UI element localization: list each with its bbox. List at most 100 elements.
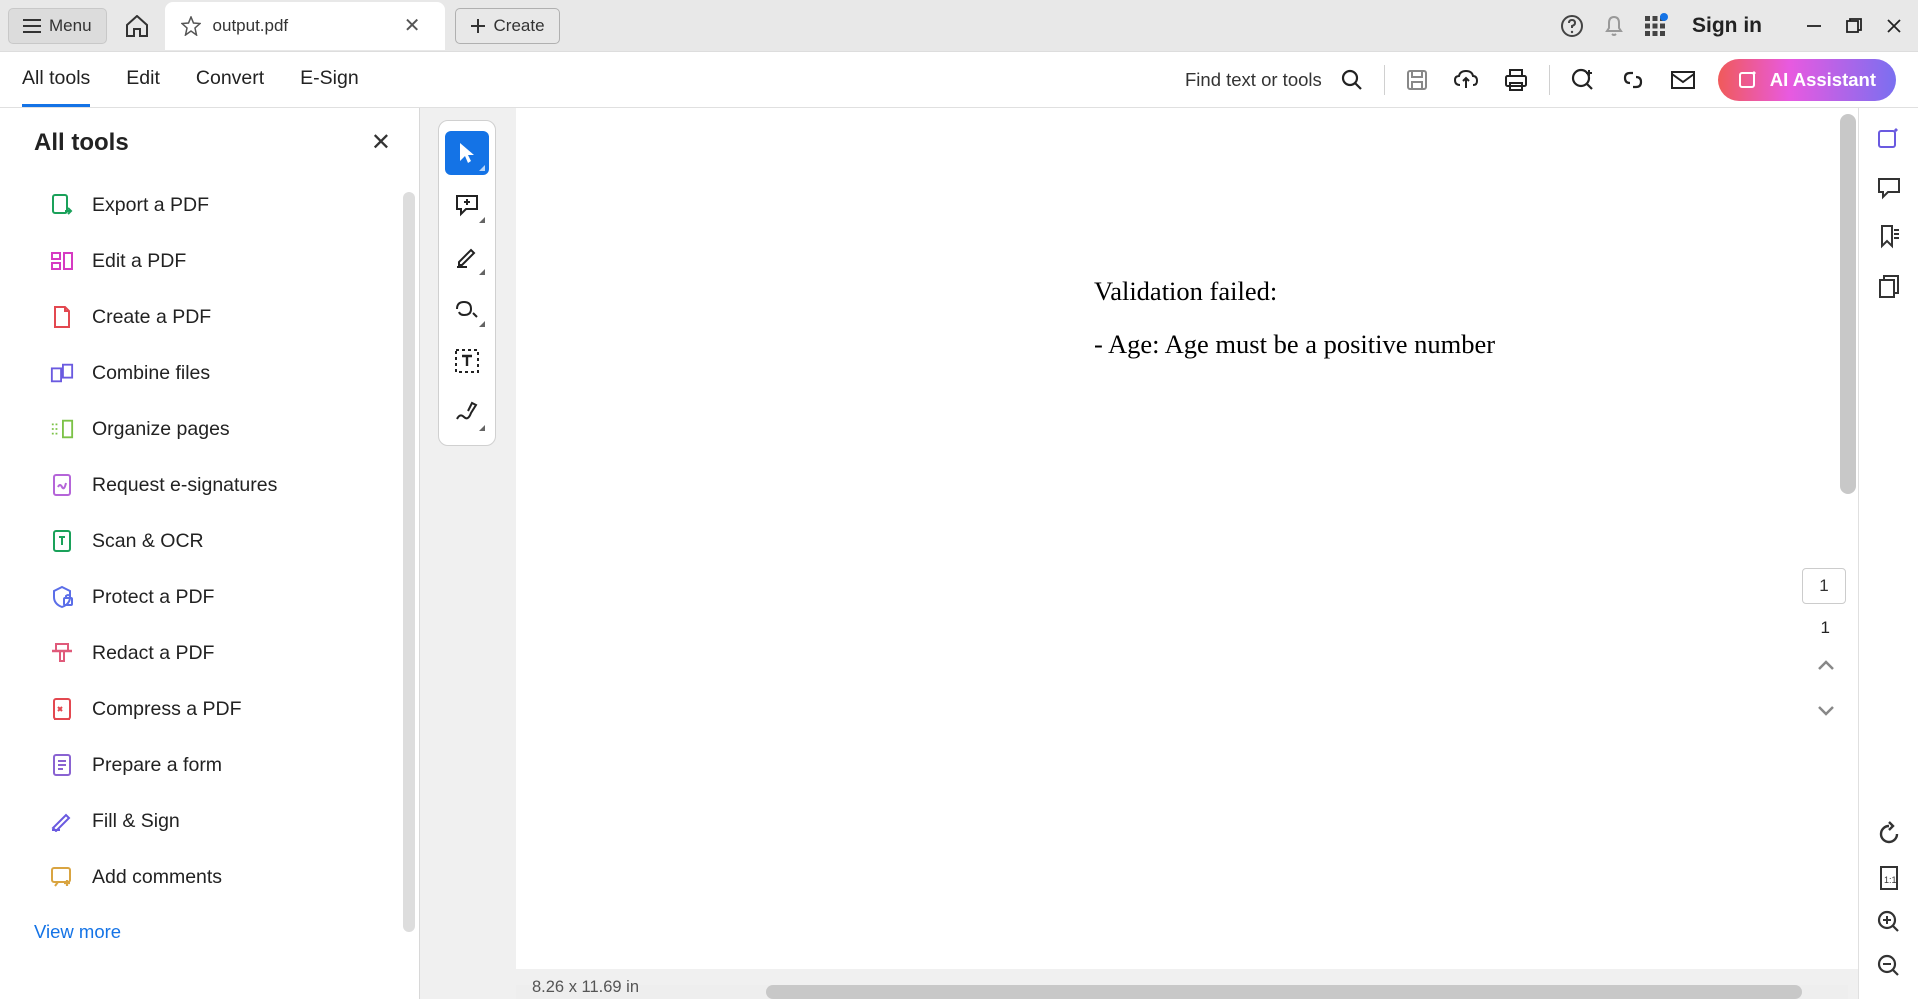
divider [1384, 65, 1385, 95]
tool-icon [50, 473, 74, 497]
bookmarks-panel-button[interactable] [1877, 224, 1901, 250]
chevron-up-icon [1816, 658, 1836, 672]
tool-icon [50, 585, 74, 609]
save-icon [1405, 68, 1429, 92]
tool-label: Edit a PDF [92, 250, 186, 273]
tool-label: Fill & Sign [92, 810, 180, 833]
help-icon [1560, 14, 1584, 38]
menu-button[interactable]: Menu [8, 8, 107, 44]
sidebar-title: All tools [34, 129, 371, 157]
home-icon [125, 15, 149, 37]
main-area: All tools ✕ Export a PDF Edit a PDF Create… [0, 108, 1918, 999]
comments-panel-button[interactable] [1876, 176, 1902, 200]
minimize-button[interactable] [1806, 18, 1822, 34]
pencil-icon [455, 245, 479, 269]
svg-text:1:1: 1:1 [1884, 875, 1897, 885]
maximize-button[interactable] [1846, 18, 1862, 34]
text-select-icon [454, 348, 480, 374]
page-down-button[interactable] [1816, 704, 1836, 718]
tool-item[interactable]: Edit a PDF [0, 233, 419, 289]
pages-icon [1877, 274, 1901, 300]
page-scrollbar-vertical[interactable] [1840, 114, 1856, 494]
search-button[interactable] [1340, 68, 1364, 92]
menubar-edit[interactable]: Edit [126, 53, 160, 107]
notification-dot [1660, 13, 1668, 21]
star-icon [181, 16, 201, 36]
sign-icon [454, 401, 480, 425]
comment-tool[interactable] [445, 183, 489, 227]
notifications-button[interactable] [1602, 14, 1626, 38]
ai-label: AI Assistant [1770, 69, 1876, 91]
create-label: Create [494, 16, 545, 36]
textselect-tool[interactable] [445, 339, 489, 383]
home-button[interactable] [117, 7, 157, 45]
tool-item[interactable]: Scan & OCR [0, 513, 419, 569]
h-scroll-thumb[interactable] [766, 985, 1802, 999]
menubar-all-tools[interactable]: All tools [22, 53, 90, 107]
tool-item[interactable]: Combine files [0, 345, 419, 401]
tool-icon [50, 417, 74, 441]
rotate-button[interactable] [1876, 821, 1902, 847]
link-icon [1620, 67, 1646, 93]
draw-tool[interactable] [445, 287, 489, 331]
pdf-page[interactable]: Validation failed: - Age: Age must be a … [516, 108, 1858, 969]
zoom-out-button[interactable] [1876, 953, 1902, 979]
tool-label: Create a PDF [92, 306, 211, 329]
tool-item[interactable]: Add comments [0, 849, 419, 905]
actual-size-button[interactable]: 1:1 [1878, 865, 1900, 891]
signin-button[interactable]: Sign in [1692, 14, 1762, 38]
tool-icon [50, 305, 74, 329]
page-up-button[interactable] [1816, 658, 1836, 672]
gen-summary-button[interactable] [1570, 67, 1596, 93]
create-button[interactable]: Create [455, 8, 560, 44]
page-number-input[interactable]: 1 [1802, 568, 1846, 604]
search-icon [1340, 68, 1364, 92]
titlebar: Menu output.pdf ✕ Create Sign in [0, 0, 1918, 52]
sign-tool[interactable] [445, 391, 489, 435]
select-tool[interactable] [445, 131, 489, 175]
tab-close-button[interactable]: ✕ [396, 9, 429, 42]
h-scroll-track[interactable] [516, 985, 1848, 999]
save-button[interactable] [1405, 68, 1429, 92]
tool-item[interactable]: Prepare a form [0, 737, 419, 793]
sidebar-scrollbar[interactable] [403, 192, 415, 932]
print-button[interactable] [1503, 68, 1529, 92]
tool-icon [50, 529, 74, 553]
ai-panel-button[interactable] [1876, 126, 1902, 152]
tool-item[interactable]: Organize pages [0, 401, 419, 457]
menubar-convert[interactable]: Convert [196, 53, 264, 107]
highlight-tool[interactable] [445, 235, 489, 279]
apps-button[interactable] [1644, 15, 1666, 37]
document-tab[interactable]: output.pdf ✕ [165, 2, 445, 50]
tool-item[interactable]: Protect a PDF [0, 569, 419, 625]
upload-button[interactable] [1453, 68, 1479, 92]
view-more-link[interactable]: View more [0, 905, 419, 943]
tool-item[interactable]: Export a PDF [0, 177, 419, 233]
thumbnails-panel-button[interactable] [1877, 274, 1901, 300]
tool-list: Export a PDF Edit a PDF Create a PDF Combin… [0, 169, 419, 905]
sidebar-close-button[interactable]: ✕ [371, 128, 391, 157]
tool-item[interactable]: Redact a PDF [0, 625, 419, 681]
close-icon [1886, 18, 1902, 34]
zoom-in-button[interactable] [1876, 909, 1902, 935]
tool-item[interactable]: Request e-signatures [0, 457, 419, 513]
find-text-label[interactable]: Find text or tools [1185, 69, 1322, 91]
right-rail: 1:1 [1858, 108, 1918, 999]
tool-label: Compress a PDF [92, 698, 242, 721]
comment-icon [1876, 176, 1902, 200]
maximize-icon [1846, 18, 1862, 34]
tool-icon [50, 865, 74, 889]
close-window-button[interactable] [1886, 18, 1902, 34]
page-dimensions: 8.26 x 11.69 in [532, 978, 639, 997]
help-button[interactable] [1560, 14, 1584, 38]
freeform-icon [454, 299, 480, 319]
tool-item[interactable]: Fill & Sign [0, 793, 419, 849]
page-total: 1 [1821, 618, 1830, 638]
tool-item[interactable]: Compress a PDF [0, 681, 419, 737]
menubar-esign[interactable]: E-Sign [300, 53, 359, 107]
tool-icon [50, 641, 74, 665]
email-button[interactable] [1670, 69, 1696, 91]
tool-item[interactable]: Create a PDF [0, 289, 419, 345]
link-button[interactable] [1620, 67, 1646, 93]
ai-assistant-button[interactable]: AI Assistant [1718, 59, 1896, 101]
